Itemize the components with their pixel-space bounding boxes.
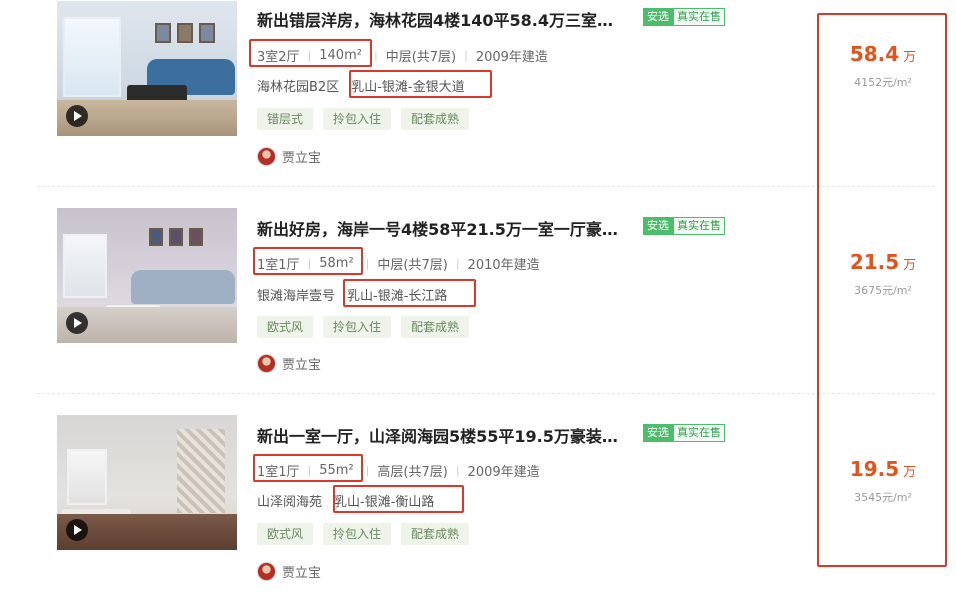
unit-price: 3675元/m² xyxy=(854,284,912,297)
price-unit: 万 xyxy=(903,50,917,65)
total-price: 19.5 万 xyxy=(818,457,948,481)
listing-title[interactable]: 新出错层洋房，海林花园4楼140平58.4万三室两… xyxy=(257,7,627,31)
build-year: 2010年建造 xyxy=(467,257,540,273)
tag: 拎包入住 xyxy=(323,523,392,545)
separator: | xyxy=(455,463,460,477)
avatar xyxy=(257,562,276,581)
separator: | xyxy=(307,463,312,477)
tag-list: 欧式风 拎包入住 配套成熟 xyxy=(257,523,470,545)
agent-name: 贾立宝 xyxy=(282,151,322,166)
listing-title[interactable]: 新出一室一厅，山泽阅海园5楼55平19.5万豪装拎… xyxy=(257,423,627,447)
district-link[interactable]: 乳山-银滩-衡山路 xyxy=(334,491,434,510)
total-price: 21.5 万 xyxy=(818,250,948,274)
floor-area: 58m² xyxy=(319,255,354,271)
separator: | xyxy=(307,256,312,270)
agent-link[interactable]: 贾立宝 xyxy=(257,562,321,581)
room-layout: 3室2厅 xyxy=(257,49,300,65)
price-unit: 万 xyxy=(903,258,917,273)
real-listing-badge: 真实在售 xyxy=(673,424,725,442)
community-link[interactable]: 银滩海岸壹号 xyxy=(257,285,335,304)
separator: | xyxy=(365,463,370,477)
listing-photo[interactable] xyxy=(57,208,237,343)
tag-list: 错层式 拎包入住 配套成熟 xyxy=(257,108,470,130)
room-layout: 1室1厅 xyxy=(257,257,300,273)
real-listing-badge: 真实在售 xyxy=(673,217,725,235)
floor-area: 55m² xyxy=(319,462,354,478)
room-layout: 1室1厅 xyxy=(257,464,300,480)
anxuan-badge: 安选 xyxy=(643,217,673,235)
tag: 错层式 xyxy=(257,108,314,130)
badge-group: 安选 真实在售 xyxy=(643,8,725,26)
tag: 拎包入住 xyxy=(323,108,392,130)
listing-location: 银滩海岸壹号 乳山-银滩-长江路 xyxy=(257,284,447,304)
community-link[interactable]: 山泽阅海苑 xyxy=(257,491,322,510)
district-link[interactable]: 乳山-银滩-长江路 xyxy=(347,285,447,304)
play-icon[interactable] xyxy=(66,105,88,127)
play-icon[interactable] xyxy=(66,312,88,334)
tag: 欧式风 xyxy=(257,523,314,545)
build-year: 2009年建造 xyxy=(475,49,548,65)
separator: | xyxy=(455,256,460,270)
anxuan-badge: 安选 xyxy=(643,424,673,442)
separator: | xyxy=(365,256,370,270)
unit-price: 3545元/m² xyxy=(854,491,912,504)
community-link[interactable]: 海林花园B2区 xyxy=(257,76,339,95)
listing-info: 1室1厅 | 58m² | 中层(共7层) | 2010年建造 xyxy=(257,253,540,273)
tag: 配套成熟 xyxy=(401,108,470,130)
build-year: 2009年建造 xyxy=(467,464,540,480)
separator: | xyxy=(373,48,378,62)
listing-photo[interactable] xyxy=(57,415,237,550)
tag: 欧式风 xyxy=(257,316,314,338)
agent-name: 贾立宝 xyxy=(282,358,322,373)
listing-card[interactable]: 新出错层洋房，海林花园4楼140平58.4万三室两… 安选 真实在售 3室2厅 … xyxy=(0,0,956,204)
listing-photo[interactable] xyxy=(57,1,237,136)
price-unit: 万 xyxy=(903,465,917,480)
listing-title[interactable]: 新出好房，海岸一号4楼58平21.5万一室一厅豪装… xyxy=(257,216,627,240)
play-icon[interactable] xyxy=(66,519,88,541)
anxuan-badge: 安选 xyxy=(643,8,673,26)
badge-group: 安选 真实在售 xyxy=(643,217,725,235)
separator: | xyxy=(464,48,468,62)
tag-list: 欧式风 拎包入住 配套成熟 xyxy=(257,316,470,338)
price-value: 58.4 xyxy=(849,42,900,66)
price-value: 19.5 xyxy=(849,457,900,481)
listing-info: 3室2厅 | 140m² | 中层(共7层) | 2009年建造 xyxy=(257,45,548,65)
floor-level: 中层(共7层) xyxy=(377,257,448,273)
floor-level: 中层(共7层) xyxy=(385,49,457,65)
badge-group: 安选 真实在售 xyxy=(643,424,725,442)
listing-location: 海林花园B2区 乳山-银滩-金银大道 xyxy=(257,75,465,95)
floor-level: 高层(共7层) xyxy=(377,464,448,480)
tag: 配套成熟 xyxy=(401,316,470,338)
total-price: 58.4 万 xyxy=(818,42,948,66)
listing-location: 山泽阅海苑 乳山-银滩-衡山路 xyxy=(257,490,434,510)
agent-name: 贾立宝 xyxy=(282,566,322,581)
avatar xyxy=(257,354,276,373)
listing-card[interactable]: 新出一室一厅，山泽阅海园5楼55平19.5万豪装拎… 安选 真实在售 1室1厅 … xyxy=(0,411,956,597)
separator: | xyxy=(307,48,312,62)
agent-link[interactable]: 贾立宝 xyxy=(257,354,321,373)
tag: 拎包入住 xyxy=(323,316,392,338)
district-link[interactable]: 乳山-银滩-金银大道 xyxy=(351,76,464,95)
floor-area: 140m² xyxy=(319,47,362,63)
avatar xyxy=(257,147,276,166)
unit-price: 4152元/m² xyxy=(854,76,912,89)
price-value: 21.5 xyxy=(849,250,900,274)
real-listing-badge: 真实在售 xyxy=(673,8,725,26)
listing-card[interactable]: 新出好房，海岸一号4楼58平21.5万一室一厅豪装… 安选 真实在售 1室1厅 … xyxy=(0,204,956,411)
tag: 配套成熟 xyxy=(401,523,470,545)
listing-info: 1室1厅 | 55m² | 高层(共7层) | 2009年建造 xyxy=(257,460,540,480)
agent-link[interactable]: 贾立宝 xyxy=(257,147,321,166)
divider xyxy=(37,393,935,394)
divider xyxy=(37,186,935,187)
